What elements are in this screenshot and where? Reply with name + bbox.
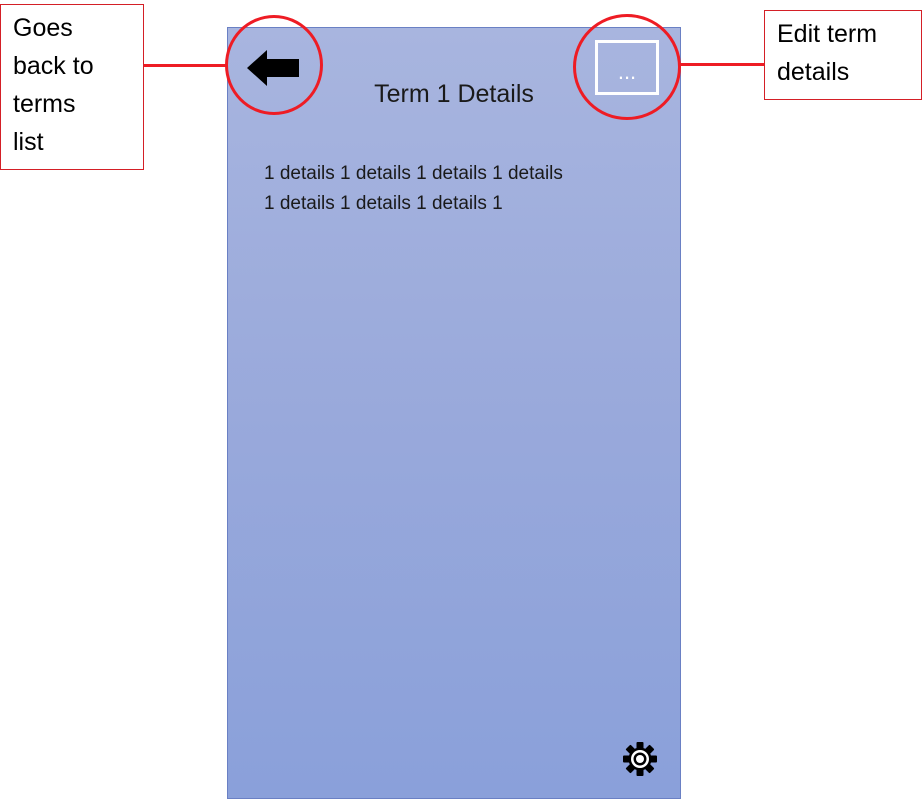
back-callout: Goes back to terms list bbox=[0, 4, 144, 170]
callout-line: list bbox=[13, 128, 44, 156]
annotated-wireframe: Term 1 Details ... 1 details 1 details 1… bbox=[0, 0, 922, 800]
callout-line: Goes bbox=[13, 14, 73, 42]
details-line: 1 details 1 details 1 details 1 bbox=[264, 193, 503, 214]
callout-line: back to bbox=[13, 52, 94, 80]
edit-highlight-circle bbox=[573, 14, 681, 120]
callout-line: Edit term bbox=[777, 20, 878, 48]
edit-callout-leader bbox=[680, 63, 766, 66]
callout-line: details bbox=[777, 58, 850, 86]
phone-screen: Term 1 Details bbox=[227, 27, 681, 799]
back-highlight-circle bbox=[225, 15, 323, 115]
details-line: 1 details 1 details 1 details 1 details bbox=[264, 163, 563, 184]
edit-callout: Edit term details bbox=[764, 10, 922, 100]
gear-hole bbox=[636, 755, 644, 763]
term-details-text: 1 details 1 details 1 details 1 details … bbox=[264, 159, 644, 219]
back-callout-leader bbox=[144, 64, 226, 67]
callout-line: terms bbox=[13, 90, 76, 118]
gear-icon[interactable] bbox=[622, 741, 658, 777]
